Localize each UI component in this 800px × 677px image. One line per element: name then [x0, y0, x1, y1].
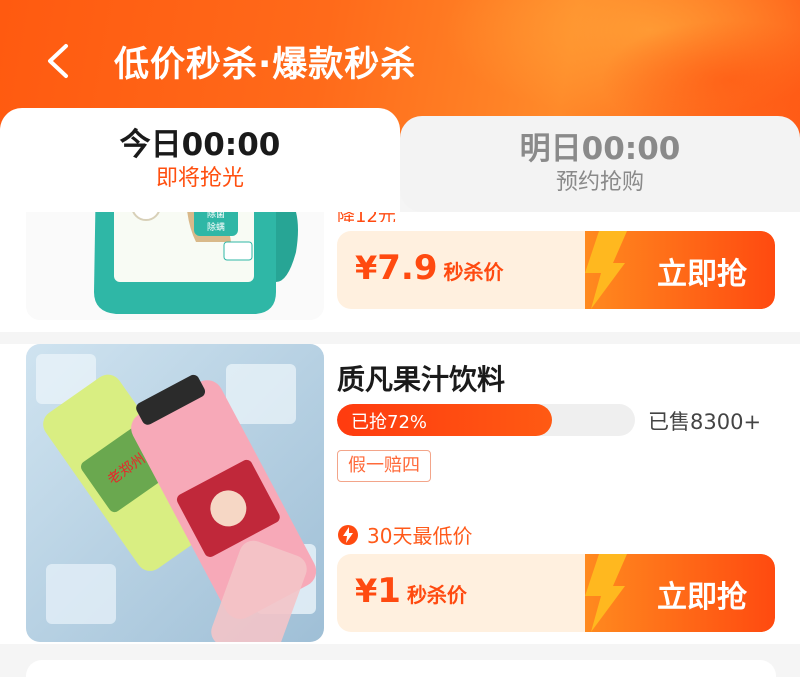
tab-tomorrow-time: 明日00:00	[519, 131, 681, 167]
product-card[interactable]: 老郑州 质凡果汁饮料 已抢72% 已售8300+ 假一赔四 30天最低价 ¥ 1…	[0, 344, 800, 644]
price-value: 7.9	[377, 248, 438, 288]
discount-label: 降12元	[337, 212, 396, 222]
currency-symbol: ¥	[355, 249, 378, 287]
lightning-icon	[585, 231, 627, 309]
detergent-bottle-icon: 除菌 除螨	[26, 212, 324, 320]
lowest-price-note: 30天最低价	[337, 520, 472, 549]
grab-progress-label: 已抢72%	[351, 412, 428, 433]
price: ¥ 7.9 秒杀价	[355, 248, 504, 288]
buy-now-button[interactable]: 立即抢	[657, 572, 747, 616]
sold-count: 已售8300+	[648, 410, 762, 434]
tab-today-status: 即将抢光	[155, 166, 244, 191]
price: ¥ 1 秒杀价	[355, 571, 467, 611]
product-list[interactable]: 除菌 除螨 降12元 ¥ 7.9 秒杀价 立即抢	[0, 212, 800, 677]
guarantee-badge: 假一赔四	[337, 450, 431, 482]
tab-today-time: 今日00:00	[119, 127, 281, 163]
svg-text:除螨: 除螨	[207, 221, 225, 233]
page-title: 低价秒杀·爆款秒杀	[114, 45, 417, 85]
product-card[interactable]	[26, 660, 776, 677]
product-image[interactable]: 除菌 除螨	[26, 212, 324, 320]
tab-today[interactable]: 今日00:00 即将抢光	[0, 108, 400, 212]
buy-now-button[interactable]: 立即抢	[657, 249, 747, 293]
svg-text:除菌: 除菌	[207, 212, 225, 220]
price-value: 1	[377, 571, 401, 611]
session-tabs: 今日00:00 即将抢光 明日00:00 预约抢购	[0, 108, 800, 212]
product-name[interactable]: 质凡果汁饮料	[337, 358, 505, 398]
back-arrow-icon[interactable]	[40, 40, 80, 80]
tab-tomorrow[interactable]: 明日00:00 预约抢购	[400, 116, 800, 212]
price-tag: 秒杀价	[406, 583, 467, 607]
currency-symbol: ¥	[355, 572, 378, 610]
product-image[interactable]: 老郑州	[26, 344, 324, 642]
tab-tomorrow-status: 预约抢购	[555, 170, 644, 195]
juice-bottles-icon: 老郑州	[26, 344, 324, 642]
product-card[interactable]: 除菌 除螨 降12元 ¥ 7.9 秒杀价 立即抢	[0, 212, 800, 332]
grab-progress: 已抢72%	[337, 404, 635, 436]
lightning-icon	[585, 554, 627, 632]
price-tag: 秒杀价	[443, 260, 504, 284]
lowest-price-text: 30天最低价	[367, 524, 473, 548]
buy-now-bar[interactable]: ¥ 1 秒杀价 立即抢	[337, 554, 775, 632]
buy-now-bar[interactable]: ¥ 7.9 秒杀价 立即抢	[337, 231, 775, 309]
lightning-circle-icon	[338, 524, 358, 545]
